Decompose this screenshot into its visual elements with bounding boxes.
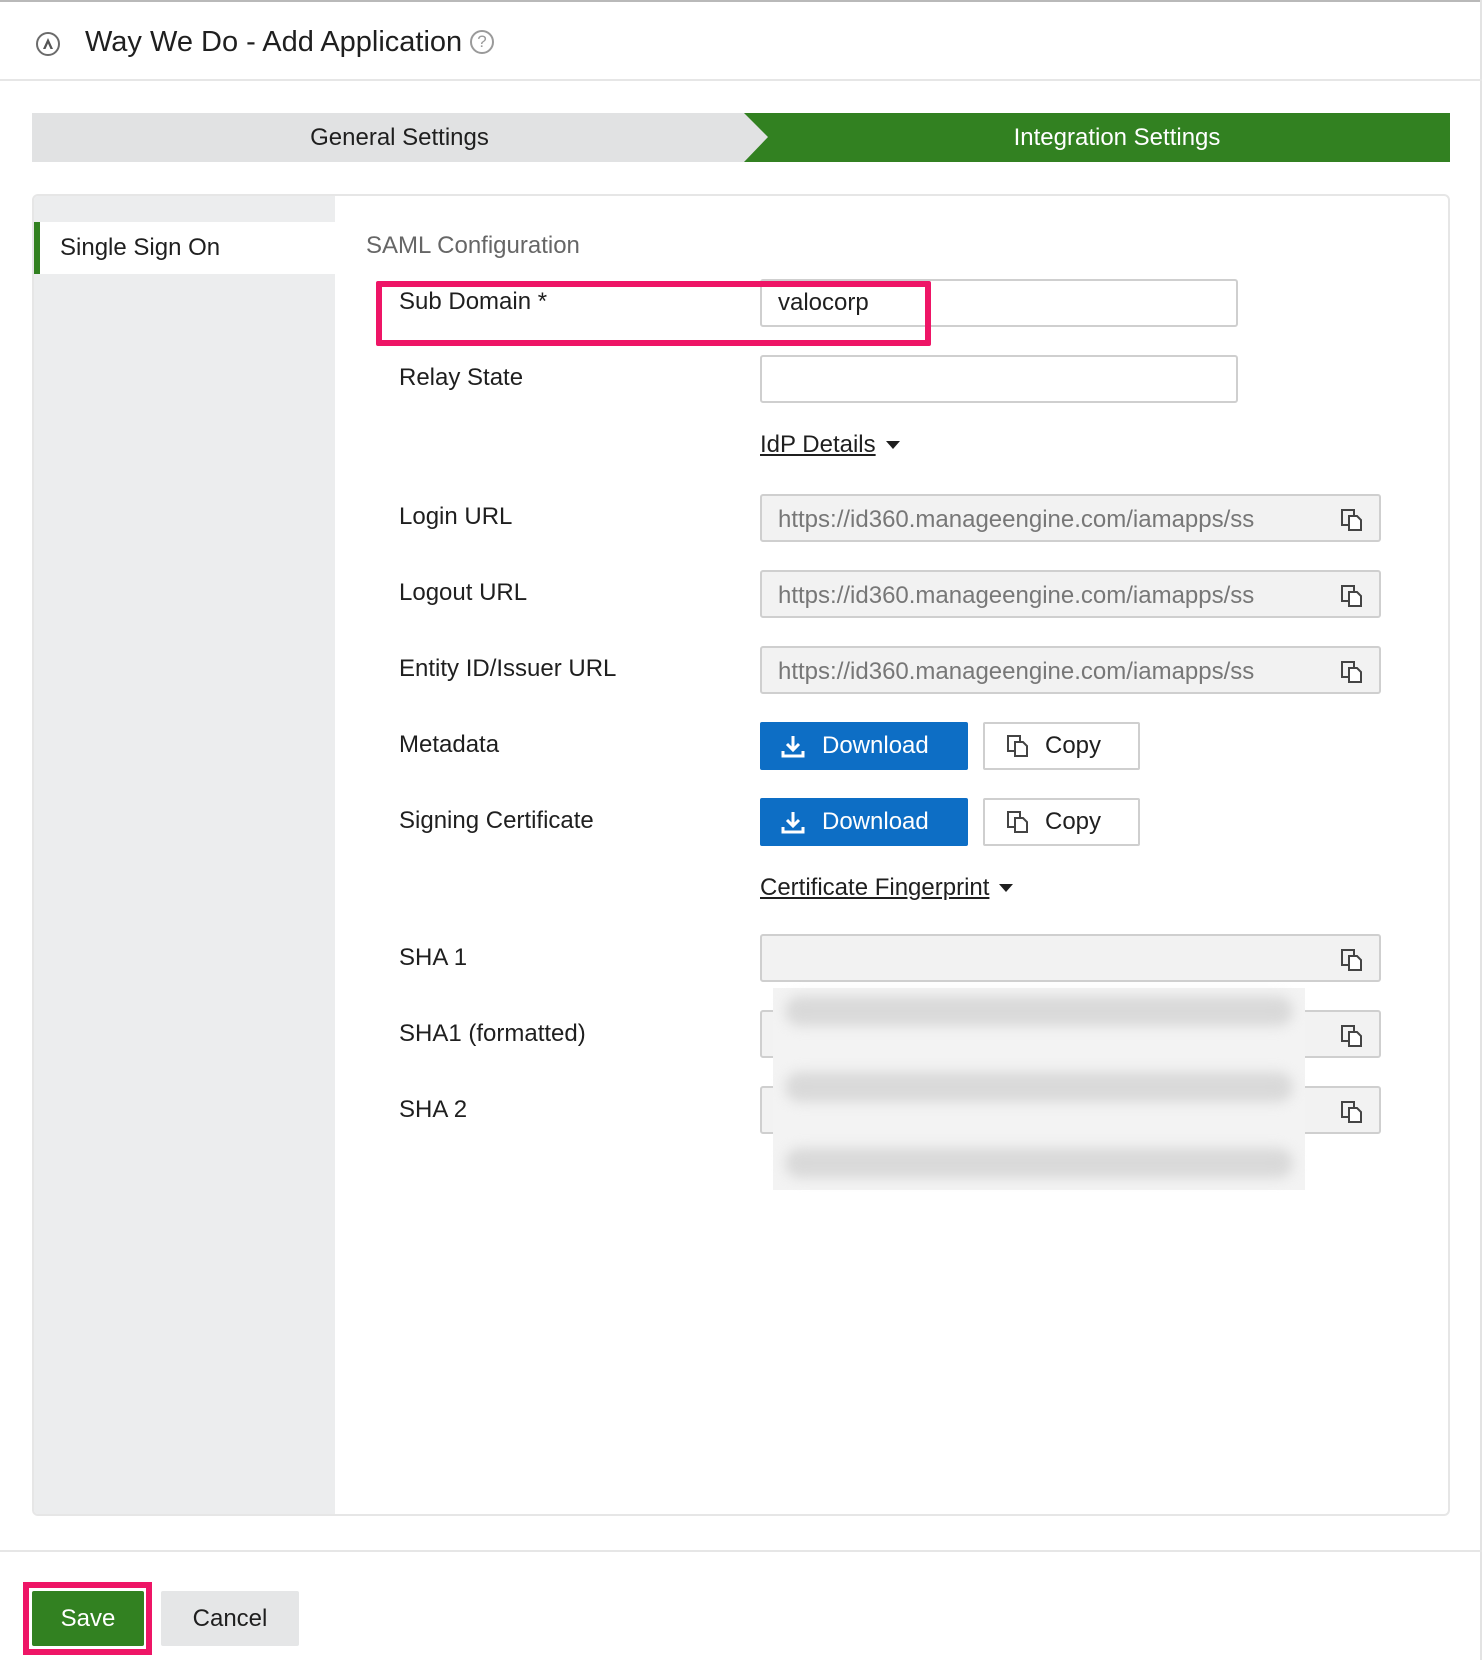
certificate-fingerprint-toggle[interactable]: Certificate Fingerprint [760,874,1014,902]
step-integration-settings[interactable]: Integration Settings [744,113,1450,162]
download-icon [781,736,805,758]
entity-id-field[interactable]: https://id360.manageengine.com/iamapps/s… [760,646,1381,694]
sha2-label: SHA 2 [399,1096,468,1123]
logout-url-field[interactable]: https://id360.manageengine.com/iamapps/s… [760,570,1381,618]
login-url-label: Login URL [399,503,513,530]
metadata-label: Metadata [399,731,500,758]
certificate-copy-label: Copy [1045,808,1102,835]
redacted-fingerprint-overlay [773,988,1305,1190]
copy-icon[interactable] [1339,659,1365,685]
copy-icon[interactable] [1339,1023,1365,1049]
login-url-field[interactable]: https://id360.manageengine.com/iamapps/s… [760,494,1381,542]
settings-panel: Single Sign On SAML Configuration Sub Do… [32,194,1450,1516]
app-logo-icon [36,32,60,56]
section-title: SAML Configuration [366,232,580,259]
wizard-stepper: General Settings Integration Settings [32,113,1450,162]
certificate-copy-button[interactable]: Copy [983,798,1140,846]
caret-down-icon [999,884,1014,892]
sha1-label: SHA 1 [399,944,468,971]
relay-state-label: Relay State [399,364,524,391]
download-icon [781,812,805,834]
signing-certificate-label: Signing Certificate [399,807,594,834]
footer-divider [0,1550,1482,1552]
idp-details-toggle[interactable]: IdP Details [760,431,900,459]
save-button[interactable]: Save [32,1591,144,1646]
entity-id-label: Entity ID/Issuer URL [399,655,617,682]
sha1-formatted-label: SHA1 (formatted) [399,1020,586,1047]
copy-icon [1007,811,1028,833]
step-general-settings[interactable]: General Settings [32,113,777,162]
certificate-download-label: Download [822,808,929,835]
saml-configuration-form: SAML Configuration Sub Domain * Relay St… [335,196,1448,1514]
sha1-field[interactable] [760,934,1381,982]
idp-details-label: IdP Details [760,431,876,458]
logout-url-label: Logout URL [399,579,528,606]
logout-url-value: https://id360.manageengine.com/iamapps/s… [778,582,1255,609]
copy-icon[interactable] [1339,583,1365,609]
certificate-fingerprint-label: Certificate Fingerprint [760,874,990,901]
metadata-download-label: Download [822,732,929,759]
entity-id-value: https://id360.manageengine.com/iamapps/s… [778,658,1255,685]
copy-icon [1007,735,1028,757]
cancel-button[interactable]: Cancel [161,1591,299,1646]
page-header: Way We Do - Add Application ? [0,2,1482,81]
redaction-bar [785,996,1293,1026]
redaction-bar [785,1072,1293,1102]
sub-domain-input[interactable] [760,279,1238,327]
copy-icon[interactable] [1339,947,1365,973]
side-nav: Single Sign On [34,196,335,1514]
redaction-bar [785,1148,1293,1178]
copy-icon[interactable] [1339,1099,1365,1125]
metadata-copy-label: Copy [1045,732,1102,759]
relay-state-input[interactable] [760,355,1238,403]
metadata-copy-button[interactable]: Copy [983,722,1140,770]
caret-down-icon [885,441,900,449]
page-title: Way We Do - Add Application [85,26,463,58]
login-url-value: https://id360.manageengine.com/iamapps/s… [778,506,1255,533]
certificate-download-button[interactable]: Download [760,798,968,846]
side-nav-item-single-sign-on[interactable]: Single Sign On [34,222,335,274]
sub-domain-label: Sub Domain * [399,288,548,315]
metadata-download-button[interactable]: Download [760,722,968,770]
help-circle-icon[interactable]: ? [470,30,494,54]
copy-icon[interactable] [1339,507,1365,533]
